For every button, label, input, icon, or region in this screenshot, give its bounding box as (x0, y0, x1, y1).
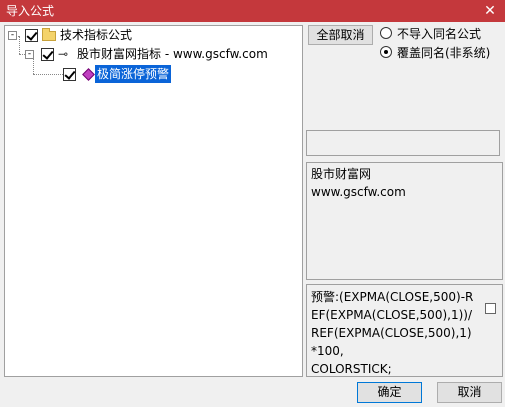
tree-label-formula: 极简涨停预警 (95, 65, 172, 83)
collapse-toggle[interactable]: - (8, 31, 17, 40)
tree-label-root: 技术指标公式 (60, 28, 133, 42)
cancel-button[interactable]: 取消 (437, 382, 502, 403)
checkbox-formula[interactable] (63, 68, 76, 81)
checkbox-root[interactable] (25, 29, 38, 42)
info-strip (306, 130, 500, 156)
window-title: 导入公式 (6, 4, 55, 18)
formula-checkbox[interactable] (485, 303, 496, 314)
key-icon: ⊸ (58, 47, 69, 61)
tree-node-formula[interactable]: 极简涨停预警 (5, 65, 205, 83)
description-text: 股市财富网 www.gscfw.com (311, 167, 406, 199)
radio-skip-label: 不导入同名公式 (397, 27, 482, 41)
deselect-all-button[interactable]: 全部取消 (308, 25, 373, 45)
tree-node-gscfw[interactable]: - ⊸ 股市财富网指标 - www.gscfw.com (5, 45, 295, 63)
checkbox-gscfw[interactable] (41, 48, 54, 61)
tree-label-gscfw: 股市财富网指标 - www.gscfw.com (77, 47, 268, 61)
collapse-toggle[interactable]: - (25, 50, 34, 59)
description-box: 股市财富网 www.gscfw.com (306, 162, 503, 280)
radio-skip-duplicates[interactable] (380, 27, 392, 39)
formula-tree[interactable]: - 技术指标公式 - ⊸ 股市财富网指标 - www.gscfw.com 极简涨… (4, 25, 303, 377)
formula-icon (82, 68, 95, 81)
ok-button[interactable]: 确定 (357, 382, 422, 403)
radio-overwrite-label: 覆盖同名(非系统) (397, 46, 491, 60)
tree-node-root[interactable]: - 技术指标公式 (5, 26, 205, 44)
title-bar[interactable]: 导入公式 ✕ (0, 0, 505, 22)
formula-text: 预警:(EXPMA(CLOSE,500)-REF(EXPMA(CLOSE,500… (311, 290, 474, 376)
import-formula-dialog: 导入公式 ✕ - 技术指标公式 - ⊸ 股市财富网指标 - www.gscfw.… (0, 0, 505, 407)
folder-icon (42, 28, 56, 41)
close-icon[interactable]: ✕ (481, 2, 499, 20)
radio-overwrite[interactable] (380, 46, 392, 58)
formula-box: 预警:(EXPMA(CLOSE,500)-REF(EXPMA(CLOSE,500… (306, 284, 503, 377)
